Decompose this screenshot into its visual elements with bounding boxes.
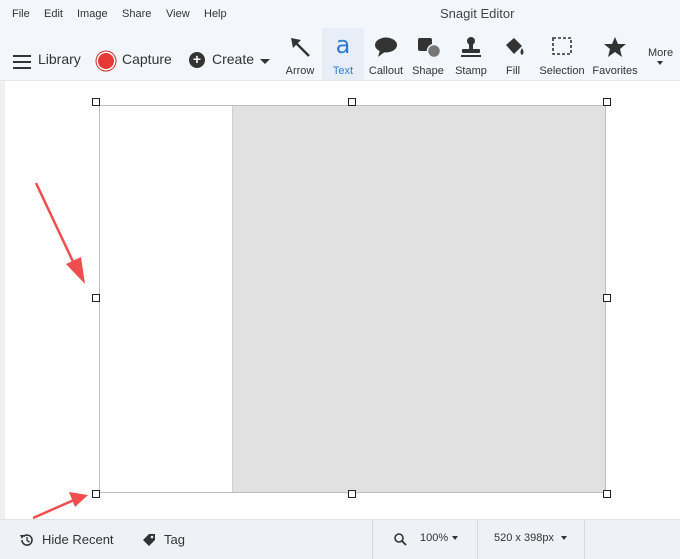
annotation-arrow-left <box>34 182 85 284</box>
chevron-down-icon <box>452 536 458 540</box>
search-icon <box>394 533 407 546</box>
status-bar: Hide Recent Tag 100% 520 x 398px <box>0 519 680 559</box>
image-dimensions: 520 x 398px <box>494 532 554 544</box>
tag-label: Tag <box>164 532 185 547</box>
hide-recent-label: Hide Recent <box>42 532 114 547</box>
zoom-level: 100% <box>420 532 449 544</box>
status-divider <box>477 520 478 559</box>
status-divider <box>584 520 585 559</box>
chevron-down-icon <box>561 536 567 540</box>
status-divider <box>372 520 373 559</box>
history-icon <box>20 534 33 546</box>
tag-icon <box>143 534 155 546</box>
annotation-arrow-bottom-left <box>32 492 88 520</box>
annotation-arrows <box>32 182 88 520</box>
